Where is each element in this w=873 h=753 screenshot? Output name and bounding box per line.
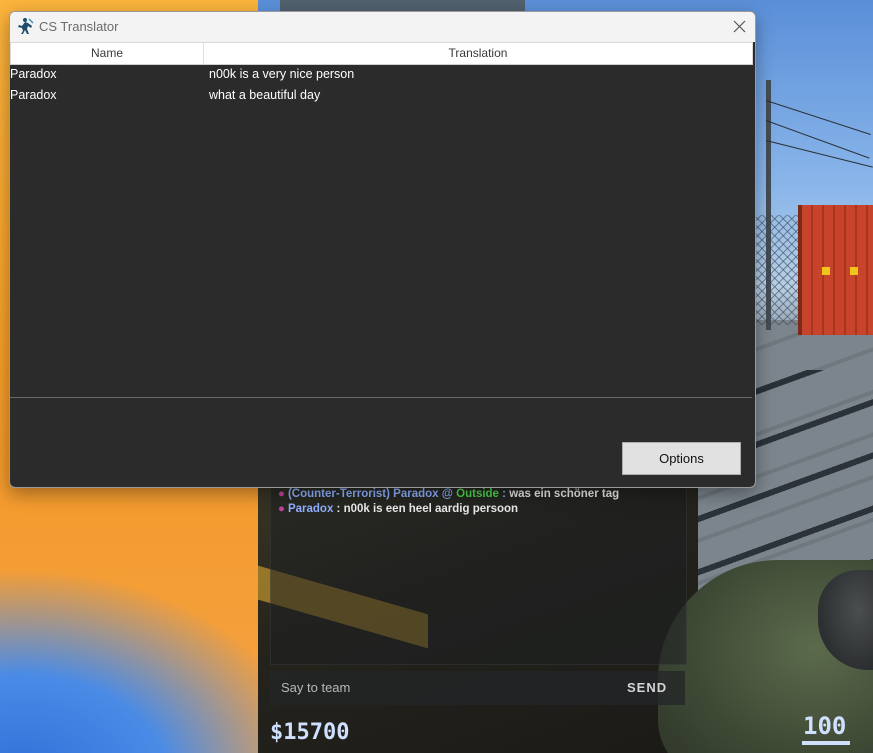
translator-window: CS Translator Name Translation Paradox n… [9, 11, 756, 488]
cell-translation: n00k is a very nice person [209, 67, 355, 81]
chat-message: ● Paradox : n00k is een heel aardig perso… [278, 503, 518, 515]
health-counter: 100 [803, 712, 847, 740]
table-row[interactable]: Paradox n00k is a very nice person [10, 65, 755, 86]
column-header-translation[interactable]: Translation [204, 43, 752, 64]
table-header: Name Translation [10, 42, 753, 65]
close-icon [733, 20, 746, 33]
send-button[interactable]: SEND [627, 680, 667, 695]
chat-separator: : [333, 503, 344, 515]
chat-location: Outside [456, 488, 499, 500]
shipping-container [798, 205, 873, 335]
app-logo-icon [16, 17, 34, 35]
chat-text: n00k is een heel aardig persoon [343, 503, 519, 515]
options-button[interactable]: Options [622, 442, 741, 475]
power-wire [765, 100, 871, 135]
close-button[interactable] [725, 12, 755, 42]
chat-separator: : [498, 488, 510, 500]
title-bar[interactable]: CS Translator [10, 12, 755, 42]
money-counter: $15700 [270, 720, 350, 745]
chat-bullet-icon: ● [278, 503, 285, 515]
chat-sender: (Counter-Terrorist) Paradox @ [287, 488, 457, 500]
chat-text: was ein schöner tag [509, 488, 620, 500]
health-bar [802, 741, 850, 745]
divider [10, 397, 752, 398]
chat-message: ● (Counter-Terrorist) Paradox @ Outside :… [278, 488, 619, 500]
hazard-sign [822, 267, 830, 275]
chat-sender: Paradox [287, 503, 334, 515]
window-content: Name Translation Paradox n00k is a very … [10, 42, 755, 487]
chat-input-placeholder: Say to team [281, 680, 351, 695]
table-row[interactable]: Paradox what a beautiful day [10, 86, 755, 107]
translation-list: Paradox n00k is a very nice person Parad… [10, 65, 755, 107]
cell-translation: what a beautiful day [209, 88, 321, 102]
cell-name: Paradox [10, 88, 57, 102]
window-title: CS Translator [39, 19, 119, 34]
cell-name: Paradox [10, 67, 57, 81]
chat-bullet-icon: ● [278, 488, 285, 500]
column-header-name[interactable]: Name [11, 43, 204, 64]
hazard-sign [850, 267, 858, 275]
